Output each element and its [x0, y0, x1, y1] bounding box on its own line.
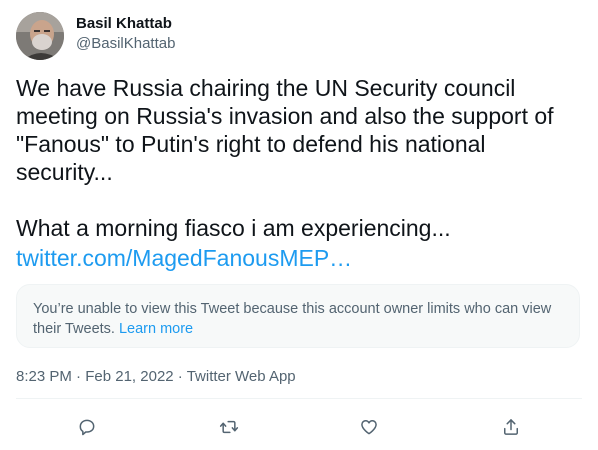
author-display-name[interactable]: Basil Khattab [76, 14, 175, 34]
author-handle[interactable]: @BasilKhattab [76, 34, 175, 54]
action-bar [0, 410, 598, 444]
share-button[interactable] [494, 410, 528, 444]
share-icon [504, 419, 518, 435]
reply-icon [79, 419, 95, 436]
meta-separator: · [76, 368, 86, 385]
retweet-icon [219, 420, 239, 434]
notice-text: You’re unable to view this Tweet because… [33, 301, 552, 337]
tweet-meta: 8:23 PM · Feb 21, 2022 · Twitter Web App [16, 367, 296, 387]
like-icon [361, 420, 377, 435]
tweet-date[interactable]: Feb 21, 2022 [85, 368, 173, 385]
author-names: Basil Khattab @BasilKhattab [76, 14, 175, 54]
retweet-button[interactable] [212, 410, 246, 444]
like-button[interactable] [352, 410, 386, 444]
avatar-image [16, 12, 64, 60]
tweet-time[interactable]: 8:23 PM [16, 368, 72, 385]
avatar[interactable] [16, 12, 64, 60]
tweet-header: Basil Khattab @BasilKhattab [16, 12, 175, 60]
learn-more-link[interactable]: Learn more [119, 321, 193, 337]
tweet-link[interactable]: twitter.com/MagedFanousMEP… [16, 244, 352, 272]
divider [16, 398, 582, 399]
tweet-source[interactable]: Twitter Web App [187, 368, 296, 385]
tweet-card: Basil Khattab @BasilKhattab We have Russ… [0, 0, 598, 450]
reply-button[interactable] [70, 410, 104, 444]
unavailable-quote-notice: You’re unable to view this Tweet because… [16, 284, 580, 348]
meta-separator: · [177, 368, 187, 385]
tweet-text: We have Russia chairing the UN Security … [16, 75, 554, 241]
